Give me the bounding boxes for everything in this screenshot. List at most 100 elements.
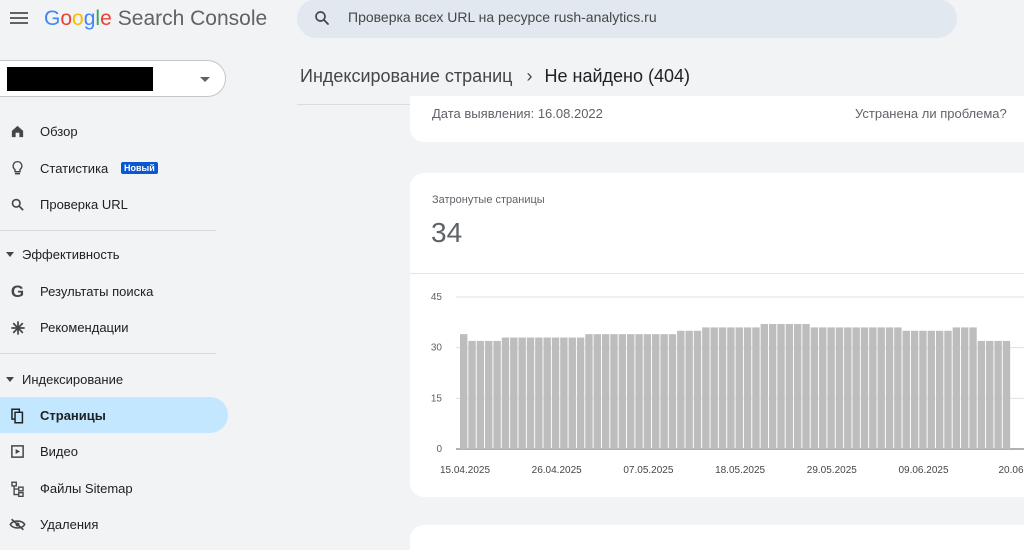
sidebar-item-label: Статистика bbox=[40, 160, 109, 176]
bar bbox=[535, 337, 543, 449]
sidebar-item-label: Файлы Sitemap bbox=[40, 480, 133, 496]
bar bbox=[852, 327, 860, 449]
bar bbox=[576, 337, 585, 449]
bar bbox=[927, 330, 935, 449]
section-indexing-toggle[interactable]: Индексирование bbox=[0, 364, 228, 394]
bar bbox=[718, 327, 727, 449]
sitemap-icon bbox=[9, 480, 26, 497]
search-placeholder: Проверка всех URL на ресурсе rush-analyt… bbox=[348, 9, 657, 25]
bar bbox=[660, 334, 668, 449]
bar bbox=[819, 327, 827, 449]
sidebar-item-removals[interactable]: Удаления bbox=[0, 506, 228, 542]
bar bbox=[785, 324, 794, 449]
bar bbox=[794, 324, 802, 449]
sidebar-item-pages[interactable]: Страницы bbox=[0, 397, 228, 433]
bar bbox=[518, 337, 526, 449]
bar bbox=[610, 334, 618, 449]
next-card bbox=[410, 525, 1024, 550]
url-inspection-search[interactable]: Проверка всех URL на ресурсе rush-analyt… bbox=[297, 0, 957, 38]
bar bbox=[677, 330, 685, 449]
product-logo[interactable]: Google Search Console bbox=[44, 7, 267, 31]
divider bbox=[410, 273, 1024, 274]
affected-pages-chart: 0 15 30 45 15.04.2025 26.04.2025 07.05.2025 18.… bbox=[431, 292, 1024, 476]
caret-down-icon bbox=[6, 377, 14, 382]
logo-letter: G bbox=[44, 7, 61, 30]
bar bbox=[768, 324, 777, 449]
x-tick-label: 26.04.2025 bbox=[532, 465, 582, 476]
bar bbox=[618, 334, 627, 449]
sidebar-item-search-results[interactable]: G Результаты поиска bbox=[0, 273, 228, 309]
bar bbox=[526, 337, 535, 449]
bar bbox=[752, 327, 760, 449]
bar bbox=[560, 337, 568, 449]
bar bbox=[476, 340, 485, 449]
bar bbox=[885, 327, 894, 449]
bar bbox=[501, 337, 510, 449]
bar bbox=[802, 324, 810, 449]
bar bbox=[601, 334, 610, 449]
bar bbox=[1002, 340, 1011, 449]
bar bbox=[710, 327, 718, 449]
page-title: Не найдено (404) bbox=[544, 66, 691, 86]
bar bbox=[727, 327, 735, 449]
affected-pages-title: Затронутые страницы bbox=[432, 194, 545, 206]
sidebar-item-url-inspection[interactable]: Проверка URL bbox=[0, 186, 228, 222]
sidebar-item-label: Проверка URL bbox=[40, 196, 128, 212]
bar bbox=[551, 337, 560, 449]
sidebar-item-recommendations[interactable]: Рекомендации bbox=[0, 309, 228, 345]
bar bbox=[910, 330, 919, 449]
sidebar-item-label: Удаления bbox=[40, 516, 99, 532]
bar bbox=[935, 330, 944, 449]
bar bbox=[493, 340, 501, 449]
sidebar-item-overview[interactable]: Обзор bbox=[0, 113, 228, 149]
x-tick-label: 20.06.2 bbox=[999, 465, 1024, 476]
bar bbox=[952, 327, 961, 449]
breadcrumb-parent[interactable]: Индексирование страниц bbox=[300, 66, 513, 86]
bar bbox=[894, 327, 902, 449]
y-tick-label: 15 bbox=[431, 393, 443, 404]
bar bbox=[643, 334, 652, 449]
product-name: Search Console bbox=[117, 7, 268, 30]
video-icon bbox=[9, 443, 26, 460]
bar bbox=[510, 337, 518, 449]
bar bbox=[869, 327, 877, 449]
bar bbox=[860, 327, 869, 449]
sidebar-item-video[interactable]: Видео bbox=[0, 433, 228, 469]
home-icon bbox=[9, 123, 26, 140]
bar bbox=[652, 334, 660, 449]
bar bbox=[685, 330, 693, 449]
bar bbox=[693, 330, 702, 449]
bar bbox=[827, 327, 835, 449]
search-icon bbox=[315, 11, 329, 25]
bar bbox=[543, 337, 551, 449]
google-g-icon: G bbox=[10, 281, 25, 301]
section-performance-toggle[interactable]: Эффективность bbox=[0, 239, 228, 269]
main-menu-icon[interactable] bbox=[8, 9, 30, 29]
sidebar: Обзор Статистика Новый Проверка URL Эффе… bbox=[0, 40, 240, 550]
bar bbox=[994, 340, 1002, 449]
asterisk-icon bbox=[9, 319, 26, 336]
x-tick-label: 29.05.2025 bbox=[807, 465, 857, 476]
bar bbox=[810, 327, 819, 449]
bar bbox=[919, 330, 927, 449]
section-title: Индексирование bbox=[22, 372, 124, 387]
bar bbox=[485, 340, 493, 449]
detection-date: Дата выявления: 16.08.2022 bbox=[432, 106, 603, 121]
sidebar-item-sitemaps[interactable]: Файлы Sitemap bbox=[0, 470, 228, 506]
bar bbox=[986, 340, 994, 449]
new-badge: Новый bbox=[121, 162, 158, 174]
google-wordmark: Google bbox=[44, 7, 112, 30]
pages-icon bbox=[9, 407, 26, 424]
bar bbox=[977, 340, 986, 449]
sidebar-item-label: Обзор bbox=[40, 123, 78, 139]
property-selector[interactable] bbox=[0, 60, 226, 97]
x-tick-label: 18.05.2025 bbox=[715, 465, 765, 476]
bar bbox=[568, 337, 576, 449]
y-tick-label: 0 bbox=[436, 444, 442, 455]
sidebar-item-label: Рекомендации bbox=[40, 319, 129, 335]
affected-pages-count: 34 bbox=[431, 217, 463, 248]
breadcrumb: Индексирование страниц › Не найдено (404) bbox=[300, 66, 690, 87]
bar bbox=[627, 334, 635, 449]
sidebar-item-insights[interactable]: Статистика Новый bbox=[0, 150, 228, 186]
chevron-right-icon: › bbox=[526, 66, 533, 86]
